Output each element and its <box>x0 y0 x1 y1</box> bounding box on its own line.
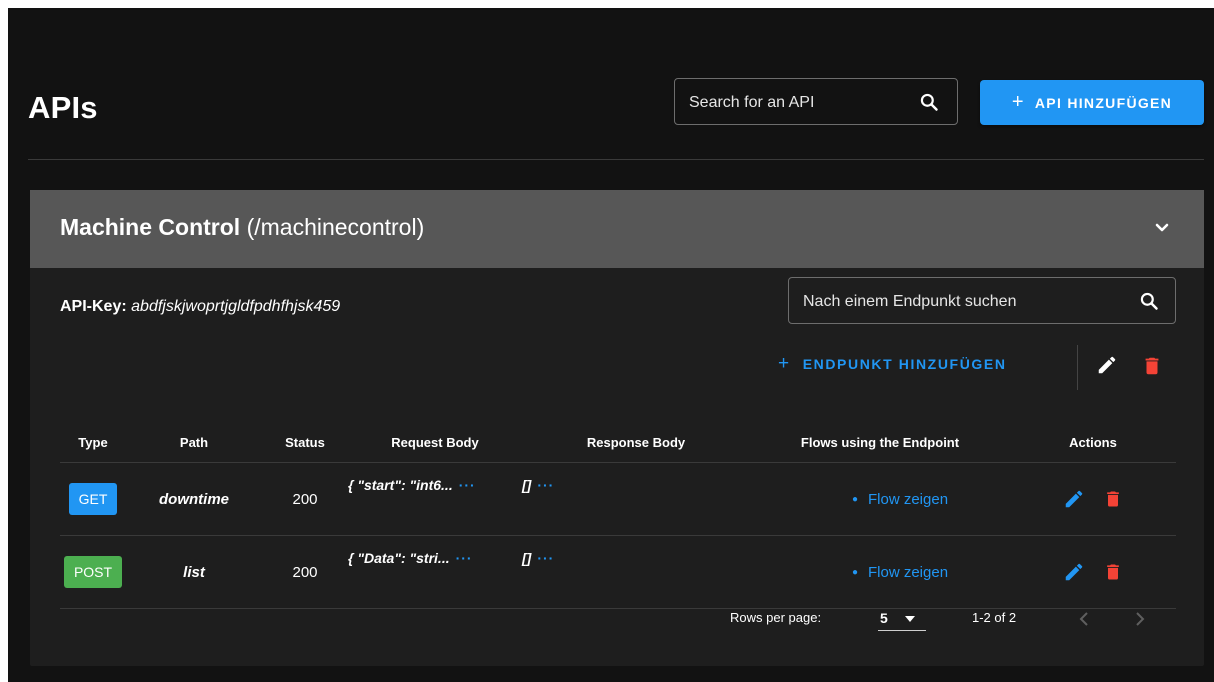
plus-icon: + <box>1011 91 1025 113</box>
api-key: API-Key: abdfjskjwoprtjgldfpdhfhjsk459 <box>60 298 340 316</box>
flows-cell: ● Flow zeigen <box>750 462 1010 536</box>
endpoint-status: 200 <box>262 462 348 536</box>
table-row: GET downtime 200 { "start": "int6... ··· … <box>60 462 1176 536</box>
rows-per-page-select[interactable]: 5 <box>878 608 926 631</box>
api-key-label: API-Key: <box>60 298 127 315</box>
endpoint-status: 200 <box>262 535 348 609</box>
column-header-path[interactable]: Path <box>126 422 262 463</box>
rows-per-page-value: 5 <box>880 610 888 626</box>
caret-down-icon <box>905 616 915 622</box>
chevron-left-icon[interactable] <box>1078 611 1090 627</box>
actions-cell <box>1010 462 1176 536</box>
rows-per-page-label: Rows per page: <box>730 610 822 625</box>
flow-link[interactable]: Flow zeigen <box>868 491 948 508</box>
response-body-preview: [] <box>522 550 532 566</box>
add-endpoint-button[interactable]: + ENDPUNKT HINZUFÜGEN <box>778 352 1007 376</box>
column-header-response-body[interactable]: Response Body <box>522 422 750 463</box>
plus-icon: + <box>778 353 791 374</box>
add-api-button-label: API HINZUFÜGEN <box>1034 94 1173 111</box>
flows-cell: ● Flow zeigen <box>750 535 1010 609</box>
api-search-field[interactable] <box>674 78 958 126</box>
api-key-value: abdfjskjwoprtjgldfpdhfhjsk459 <box>131 298 341 315</box>
bullet-icon: ● <box>851 566 858 578</box>
ellipsis-icon[interactable]: ··· <box>537 550 554 566</box>
response-body-cell: [] ··· <box>522 462 750 536</box>
add-api-button[interactable]: + API HINZUFÜGEN <box>980 80 1204 125</box>
chevron-down-icon[interactable] <box>1154 222 1170 234</box>
request-body-cell: { "Data": "stri... ··· <box>348 535 522 609</box>
endpoints-table: Type Path Status Request Body Response B… <box>60 422 1176 609</box>
api-path: (/machinecontrol) <box>246 214 425 240</box>
pagination-range: 1-2 of 2 <box>972 610 1017 625</box>
add-endpoint-label: ENDPUNKT HINZUFÜGEN <box>802 356 1007 372</box>
header-divider <box>28 159 1204 160</box>
edit-api-pencil-icon[interactable] <box>1096 354 1118 376</box>
table-header-row: Type Path Status Request Body Response B… <box>60 422 1176 463</box>
column-header-type[interactable]: Type <box>60 422 126 463</box>
actions-divider <box>1077 345 1078 390</box>
request-body-preview: { "Data": "stri... <box>348 550 450 566</box>
request-body-preview: { "start": "int6... <box>348 477 453 493</box>
ellipsis-icon[interactable]: ··· <box>456 550 473 566</box>
delete-endpoint-trash-icon[interactable] <box>1103 488 1123 510</box>
api-card-header[interactable]: Machine Control (/machinecontrol) <box>30 190 1204 268</box>
endpoint-search-field[interactable] <box>788 277 1176 325</box>
endpoint-path: list <box>126 535 262 609</box>
api-card: Machine Control (/machinecontrol) API-Ke… <box>30 190 1204 666</box>
ellipsis-icon[interactable]: ··· <box>459 477 476 493</box>
ellipsis-icon[interactable]: ··· <box>537 477 554 493</box>
edit-endpoint-pencil-icon[interactable] <box>1063 561 1085 583</box>
table-row: POST list 200 { "Data": "stri... ··· [] ··… <box>60 535 1176 609</box>
api-card-title: Machine Control (/machinecontrol) <box>60 214 424 241</box>
bullet-icon: ● <box>851 493 858 505</box>
response-body-cell: [] ··· <box>522 535 750 609</box>
api-search-input[interactable] <box>687 79 911 126</box>
column-header-actions: Actions <box>1010 422 1176 463</box>
method-badge-post: POST <box>63 556 123 588</box>
response-body-preview: [] <box>522 477 532 493</box>
column-header-status[interactable]: Status <box>262 422 348 463</box>
flow-link[interactable]: Flow zeigen <box>868 564 948 581</box>
delete-api-trash-icon[interactable] <box>1141 354 1163 378</box>
method-badge-get: GET <box>68 483 118 515</box>
endpoint-path: downtime <box>126 462 262 536</box>
chevron-right-icon[interactable] <box>1134 611 1146 627</box>
column-header-request-body[interactable]: Request Body <box>348 422 522 463</box>
delete-endpoint-trash-icon[interactable] <box>1103 561 1123 583</box>
page-title: APIs <box>28 90 98 125</box>
edit-endpoint-pencil-icon[interactable] <box>1063 488 1085 510</box>
search-icon[interactable] <box>1139 291 1159 311</box>
request-body-cell: { "start": "int6... ··· <box>348 462 522 536</box>
app-window: APIs + API HINZUFÜGEN Machine Control (/… <box>8 8 1214 682</box>
search-icon[interactable] <box>919 92 939 112</box>
endpoint-search-input[interactable] <box>801 278 1105 325</box>
api-name: Machine Control <box>60 214 241 240</box>
actions-cell <box>1010 535 1176 609</box>
column-header-flows[interactable]: Flows using the Endpoint <box>750 422 1010 463</box>
